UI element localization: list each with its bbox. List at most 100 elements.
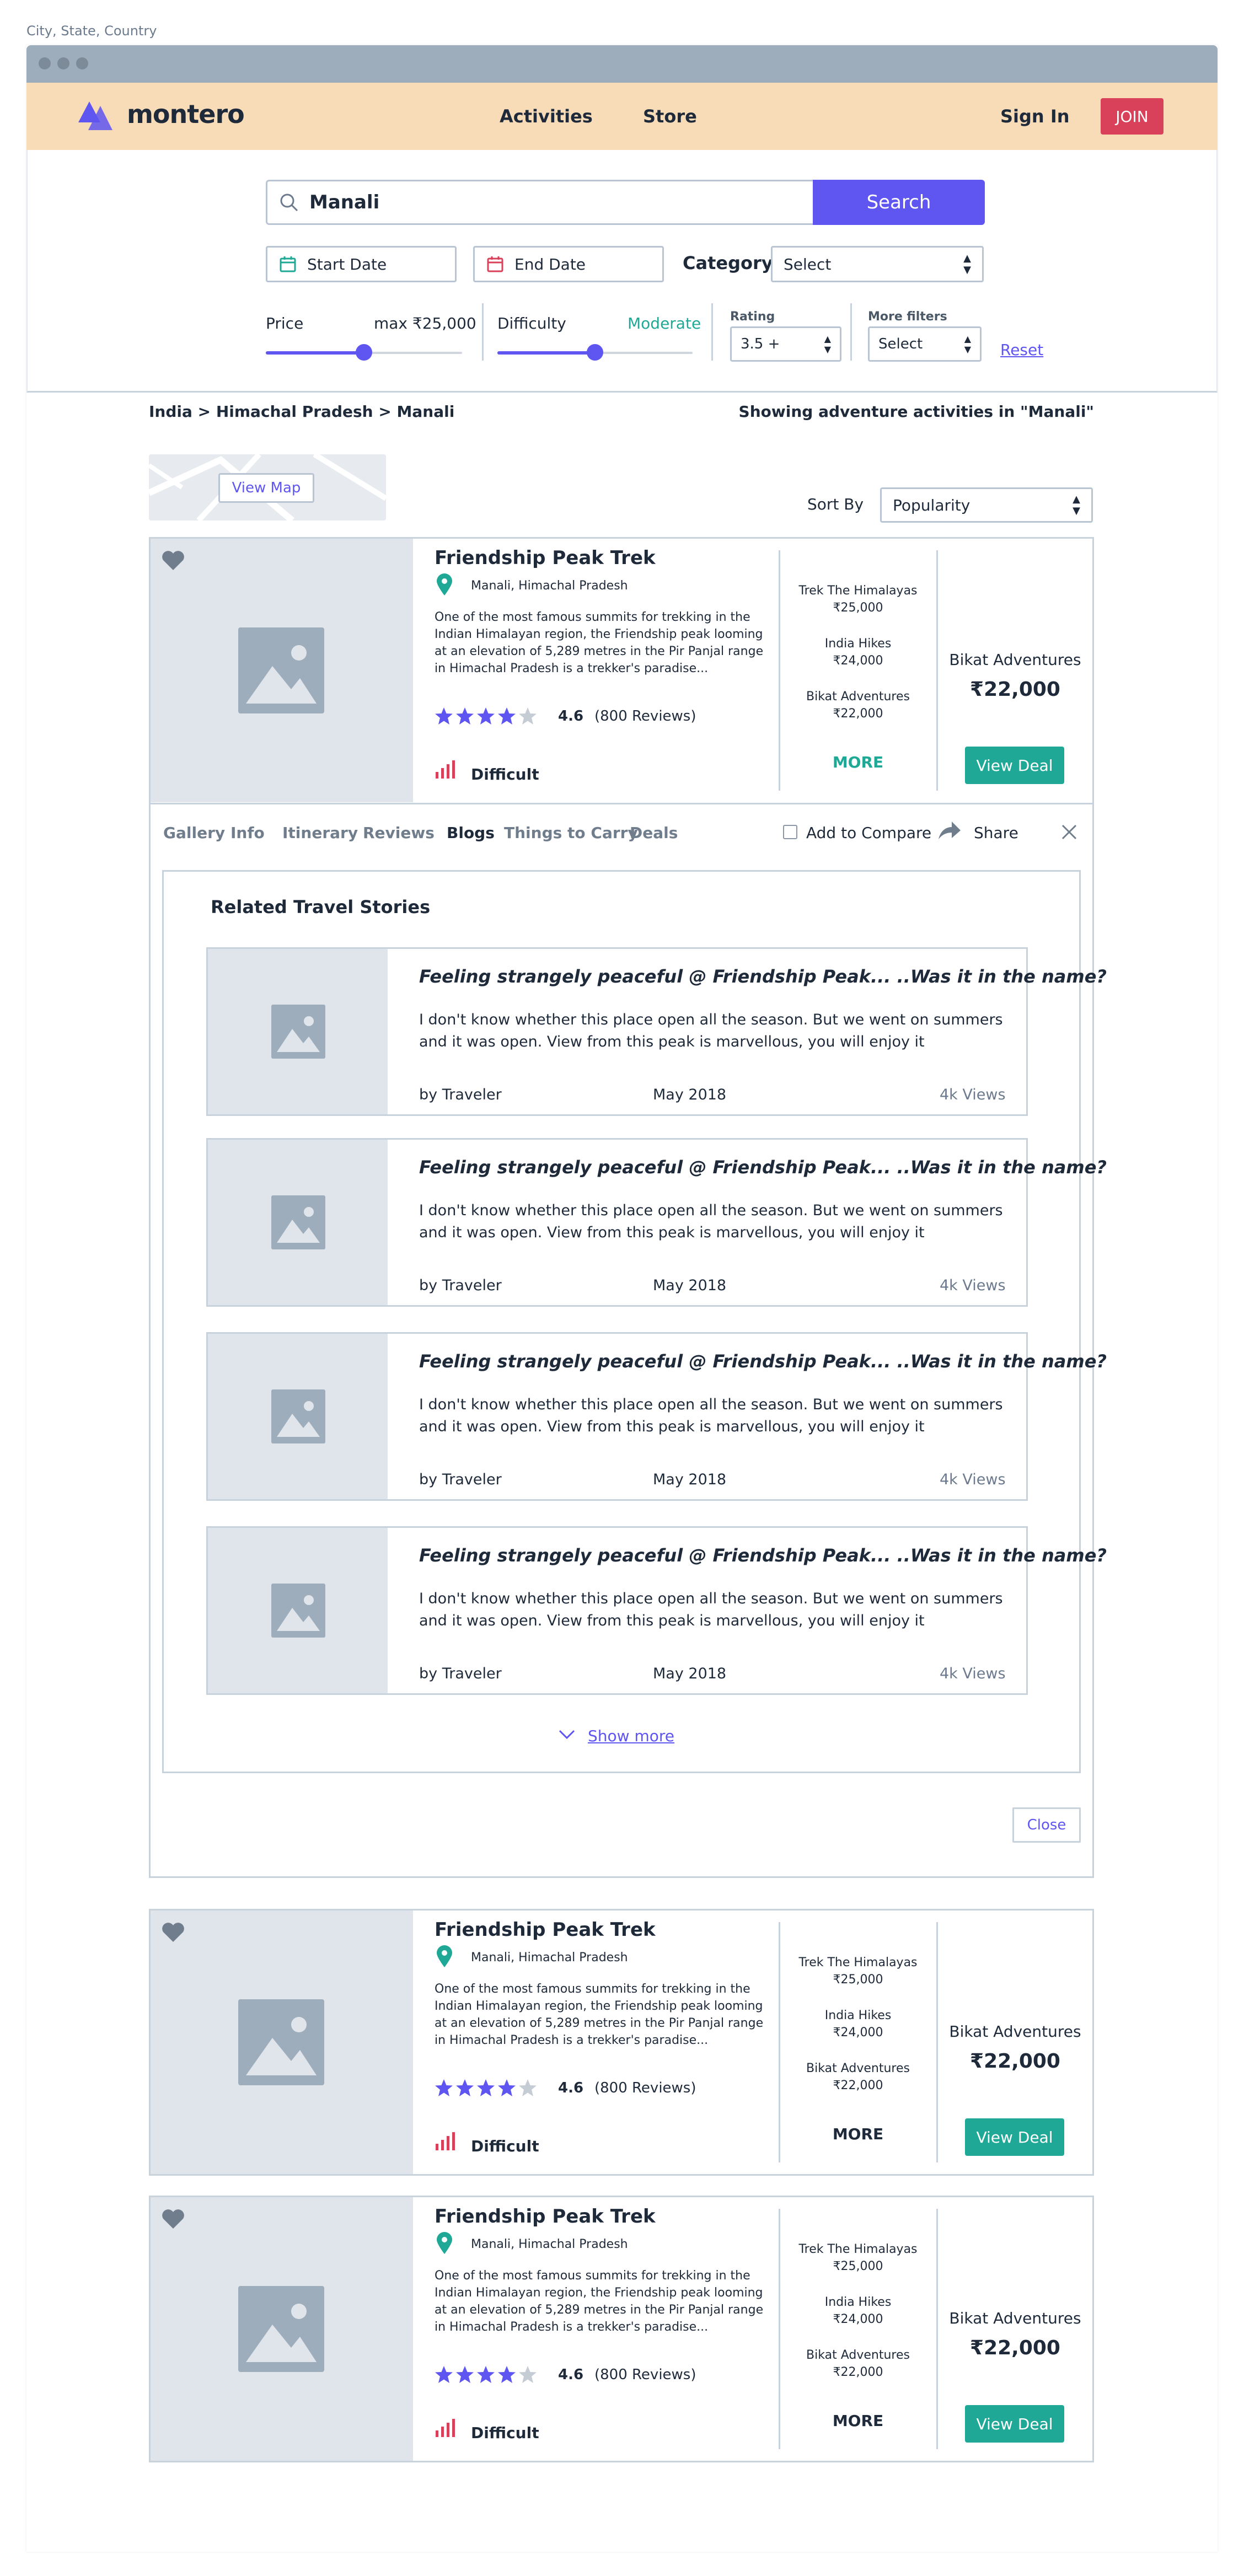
divider <box>711 303 713 361</box>
select-arrows-icon: ▲ ▼ <box>1073 493 1080 517</box>
share-icon[interactable] <box>937 820 962 841</box>
end-date-field[interactable]: End Date <box>473 246 664 282</box>
image-placeholder-icon <box>238 2286 324 2372</box>
activity-title[interactable]: Friendship Peak Trek <box>435 547 656 569</box>
more-vendors-button[interactable]: MORE <box>781 2412 935 2430</box>
vendor-price: ₹22,000 <box>833 2079 883 2092</box>
view-map-button[interactable]: View Map <box>218 473 314 503</box>
chevron-down-icon[interactable] <box>558 1729 576 1741</box>
star-icon <box>435 707 453 724</box>
show-more-link[interactable]: Show more <box>588 1727 674 1745</box>
sort-select[interactable]: Popularity ▲ ▼ <box>880 487 1093 523</box>
heart-icon[interactable] <box>161 1921 185 1943</box>
difficulty-slider-handle[interactable] <box>587 344 603 361</box>
share-label[interactable]: Share <box>974 824 1018 842</box>
story-title[interactable]: Feeling strangely peaceful @ Friendship … <box>419 1351 1107 1372</box>
story-title[interactable]: Feeling strangely peaceful @ Friendship … <box>419 1157 1107 1178</box>
best-vendor-name: Bikat Adventures <box>949 2022 1081 2041</box>
vendor-offer[interactable]: India Hikes ₹24,000 <box>781 2294 935 2328</box>
vendor-offer[interactable]: India Hikes ₹24,000 <box>781 2007 935 2041</box>
search-box[interactable] <box>266 180 815 225</box>
star-icon <box>477 2079 495 2096</box>
category-select[interactable]: Select ▲ ▼ <box>771 246 984 282</box>
brand-logo[interactable]: montero <box>127 99 245 129</box>
rating-select[interactable]: 3.5 + ▲ ▼ <box>730 326 841 362</box>
vendor-offer[interactable]: Bikat Adventures ₹22,000 <box>781 2060 935 2094</box>
story-date: May 2018 <box>653 1277 727 1294</box>
tab-things-to-carry[interactable]: Things to Carry <box>504 824 638 842</box>
nav-activities[interactable]: Activities <box>500 106 593 127</box>
close-button[interactable]: Close <box>1012 1807 1081 1843</box>
reset-link[interactable]: Reset <box>1000 341 1043 359</box>
view-deal-button[interactable]: View Deal <box>965 747 1064 784</box>
heart-icon[interactable] <box>161 2208 185 2230</box>
divider <box>936 1922 938 2162</box>
vendor-offer[interactable]: Trek The Himalayas ₹25,000 <box>781 1954 935 1988</box>
vendor-offer[interactable]: India Hikes ₹24,000 <box>781 635 935 669</box>
star-icon <box>519 2366 537 2383</box>
nav-store[interactable]: Store <box>643 106 697 127</box>
review-count[interactable]: (800 Reviews) <box>594 708 696 724</box>
search-button[interactable]: Search <box>813 180 985 225</box>
tab-info[interactable]: Info <box>230 824 265 842</box>
heart-icon[interactable] <box>161 549 185 571</box>
more-vendors-button[interactable]: MORE <box>781 753 935 771</box>
story-views: 4k Views <box>940 1086 1006 1103</box>
vendor-offer[interactable]: Bikat Adventures ₹22,000 <box>781 2347 935 2381</box>
story-date: May 2018 <box>653 1086 727 1103</box>
divider <box>779 550 780 791</box>
price-slider-handle[interactable] <box>356 344 372 361</box>
vendor-offer[interactable]: Trek The Himalayas ₹25,000 <box>781 582 935 616</box>
tab-blogs[interactable]: Blogs <box>447 824 495 842</box>
star-icon <box>519 707 537 724</box>
compare-checkbox[interactable] <box>783 825 797 839</box>
window-dot <box>57 57 69 69</box>
difficulty-bars-icon <box>436 760 455 779</box>
star-icon <box>456 2366 474 2383</box>
join-button[interactable]: JOIN <box>1101 98 1163 135</box>
vendor-name: Bikat Adventures <box>806 2062 910 2075</box>
close-icon[interactable] <box>1061 824 1077 840</box>
vendor-name: India Hikes <box>824 637 892 651</box>
vendor-name: India Hikes <box>824 2295 892 2309</box>
vendor-price: ₹22,000 <box>833 707 883 721</box>
more-filters-select[interactable]: Select ▲ ▼ <box>868 326 982 362</box>
activity-title[interactable]: Friendship Peak Trek <box>435 1919 656 1941</box>
more-vendors-button[interactable]: MORE <box>781 2125 935 2143</box>
vendor-offer[interactable]: Bikat Adventures ₹22,000 <box>781 688 935 722</box>
difficulty-bars-icon <box>436 2419 455 2437</box>
sign-in-link[interactable]: Sign In <box>1000 106 1070 127</box>
tab-deals[interactable]: Deals <box>630 824 678 842</box>
divider <box>850 303 852 361</box>
view-deal-button[interactable]: View Deal <box>965 2118 1064 2156</box>
vendor-name: Trek The Himalayas <box>798 584 918 598</box>
vendor-name: Bikat Adventures <box>806 690 910 704</box>
tab-gallery[interactable]: Gallery <box>163 824 225 842</box>
start-date-field[interactable]: Start Date <box>266 246 457 282</box>
review-count[interactable]: (800 Reviews) <box>594 2080 696 2096</box>
view-deal-button[interactable]: View Deal <box>965 2405 1064 2443</box>
difficulty-level: Difficult <box>471 765 539 783</box>
story-date: May 2018 <box>653 1665 727 1682</box>
vendor-offer[interactable]: Trek The Himalayas ₹25,000 <box>781 2241 935 2275</box>
rating-score: 4.6 <box>558 2080 584 2096</box>
story-title[interactable]: Feeling strangely peaceful @ Friendship … <box>419 966 1107 987</box>
review-count[interactable]: (800 Reviews) <box>594 2366 696 2383</box>
story-date: May 2018 <box>653 1471 727 1488</box>
story-title[interactable]: Feeling strangely peaceful @ Friendship … <box>419 1545 1107 1566</box>
vendor-price: ₹24,000 <box>833 654 883 668</box>
sort-value: Popularity <box>893 496 970 514</box>
category-value: Select <box>784 255 832 273</box>
vendor-price: ₹24,000 <box>833 2312 883 2326</box>
select-arrows-icon: ▲ ▼ <box>963 253 971 276</box>
rating-score: 4.6 <box>558 708 584 724</box>
page-label: City, State, Country <box>26 23 157 39</box>
select-arrows-icon: ▲ ▼ <box>824 334 831 355</box>
tab-itinerary[interactable]: Itinerary <box>282 824 358 842</box>
tab-reviews[interactable]: Reviews <box>363 824 435 842</box>
activity-title[interactable]: Friendship Peak Trek <box>435 2205 656 2228</box>
search-input[interactable] <box>309 191 795 213</box>
breadcrumb: India > Himachal Pradesh > Manali <box>149 402 455 421</box>
star-icon <box>498 2079 516 2096</box>
best-price: ₹22,000 <box>970 2050 1060 2073</box>
